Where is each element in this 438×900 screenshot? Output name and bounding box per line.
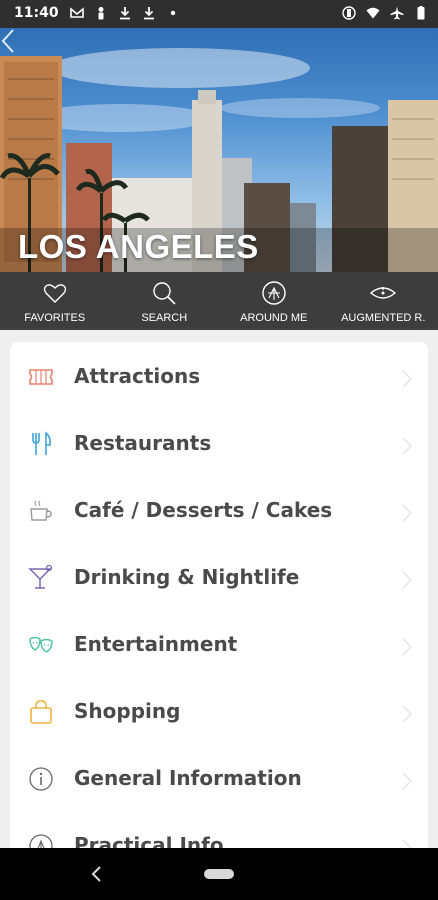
person-icon xyxy=(98,7,104,20)
tab-bar: FAVORITES SEARCH AROUND ME AUGMENTED R. xyxy=(0,272,438,330)
vibrate-icon xyxy=(342,6,356,20)
tab-label: FAVORITES xyxy=(24,312,86,324)
status-time: 11:40 xyxy=(14,5,59,21)
download-icon xyxy=(144,7,154,20)
chevron-right-icon xyxy=(402,437,412,455)
chevron-right-icon xyxy=(402,705,412,723)
category-entertainment[interactable]: Entertainment xyxy=(10,612,428,678)
cocktail-icon xyxy=(28,565,53,589)
nav-back-icon[interactable] xyxy=(90,865,102,883)
airplane-icon xyxy=(390,6,404,20)
city-title: LOS ANGELES xyxy=(18,228,259,265)
category-list: Attractions Restaurants Café / Desserts … xyxy=(10,342,428,862)
hero-image: LOS ANGELES xyxy=(0,28,438,272)
wifi-icon xyxy=(366,7,380,19)
category-shopping[interactable]: Shopping xyxy=(10,679,428,745)
status-bar: 11:40 xyxy=(0,0,438,28)
download-icon xyxy=(120,7,130,20)
tab-around-me[interactable]: AROUND ME xyxy=(219,272,329,330)
chevron-right-icon xyxy=(402,772,412,790)
category-label: Entertainment xyxy=(74,632,238,656)
tab-augmented-reality[interactable]: AUGMENTED R. xyxy=(329,272,438,330)
category-label: Café / Desserts / Cakes xyxy=(74,498,333,522)
category-drinking-nightlife[interactable]: Drinking & Nightlife xyxy=(10,545,428,611)
system-nav-bar xyxy=(0,848,438,900)
chevron-right-icon xyxy=(402,571,412,589)
gmail-icon xyxy=(70,7,84,18)
search-icon xyxy=(153,282,176,305)
heart-icon xyxy=(43,284,66,303)
category-label: Drinking & Nightlife xyxy=(74,565,300,589)
category-attractions[interactable]: Attractions xyxy=(10,344,428,410)
tab-label: AUGMENTED R. xyxy=(341,312,426,324)
category-general-information[interactable]: General Information xyxy=(10,746,428,812)
category-label: Shopping xyxy=(74,699,181,723)
tab-label: AROUND ME xyxy=(240,312,308,324)
chevron-right-icon xyxy=(402,504,412,522)
tab-label: SEARCH xyxy=(141,312,188,324)
info-icon xyxy=(29,767,53,791)
eye-icon xyxy=(370,287,397,299)
category-cafe[interactable]: Café / Desserts / Cakes xyxy=(10,478,428,544)
shopping-bag-icon xyxy=(30,700,52,724)
status-icons-right xyxy=(342,6,428,20)
battery-icon xyxy=(417,6,425,20)
category-label: General Information xyxy=(74,766,302,790)
nav-home-pill[interactable] xyxy=(204,869,234,879)
dot-icon xyxy=(170,10,176,16)
status-icons-left xyxy=(70,6,180,20)
back-arrow-icon[interactable] xyxy=(0,28,16,54)
category-restaurants[interactable]: Restaurants xyxy=(10,411,428,477)
category-label: Restaurants xyxy=(74,431,212,455)
cutlery-icon xyxy=(32,431,51,455)
masks-icon xyxy=(29,636,53,653)
tab-favorites[interactable]: FAVORITES xyxy=(0,272,110,330)
chevron-right-icon xyxy=(402,638,412,656)
category-label: Attractions xyxy=(74,364,201,388)
tab-search[interactable]: SEARCH xyxy=(110,272,220,330)
compass-icon xyxy=(262,281,286,305)
chevron-right-icon xyxy=(402,370,412,388)
ticket-icon xyxy=(29,369,53,385)
coffee-icon xyxy=(30,500,52,521)
